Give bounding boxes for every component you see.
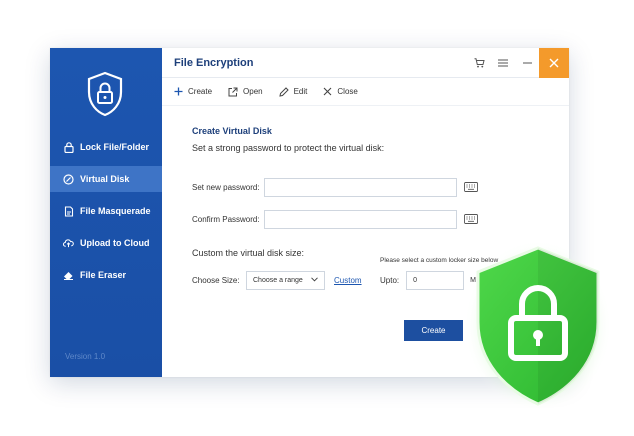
create-button[interactable]: Create (174, 87, 212, 96)
size-heading: Custom the virtual disk size: (192, 248, 305, 258)
form-heading: Create Virtual Disk (192, 126, 272, 136)
minimize-icon[interactable] (515, 48, 539, 78)
sidebar-item-label: File Masquerade (80, 206, 151, 216)
sidebar: Lock File/Folder Virtual Disk File Masqu… (50, 48, 162, 377)
plus-icon (174, 87, 183, 96)
green-shield-lock-icon (464, 240, 612, 412)
create-disk-button[interactable]: Create (404, 320, 463, 341)
sidebar-item-label: Virtual Disk (80, 174, 130, 184)
new-password-label: Set new password: (192, 183, 260, 192)
cloud-upload-icon (63, 238, 74, 249)
sidebar-item-upload-to-cloud[interactable]: Upload to Cloud (50, 230, 162, 256)
sidebar-item-file-eraser[interactable]: File Eraser (50, 262, 162, 288)
window-title: File Encryption (174, 56, 254, 69)
menu-icon[interactable] (491, 48, 515, 78)
size-range-select[interactable]: Choose a range (246, 271, 325, 290)
upto-value: 0 (413, 277, 418, 284)
create-label: Create (188, 87, 213, 96)
upto-row: Upto: 0 M (380, 271, 476, 290)
choose-size-row: Choose Size: Choose a range Custom (192, 271, 362, 290)
form-subheading: Set a strong password to protect the vir… (192, 143, 385, 153)
sidebar-item-virtual-disk[interactable]: Virtual Disk (50, 166, 162, 192)
custom-size-link[interactable]: Custom (334, 276, 362, 285)
close-window-button[interactable] (539, 47, 569, 78)
keyboard-icon[interactable] (464, 179, 478, 197)
confirm-password-label: Confirm Password: (192, 215, 260, 224)
edit-label: Edit (293, 87, 308, 96)
confirm-password-field[interactable] (264, 210, 457, 229)
open-external-icon (228, 87, 238, 97)
edit-button[interactable]: Edit (278, 86, 308, 97)
sidebar-item-file-masquerade[interactable]: File Masquerade (50, 198, 162, 224)
upto-label: Upto: (380, 276, 400, 285)
disk-icon (63, 173, 74, 185)
size-range-value: Choose a range (253, 277, 303, 284)
open-label: Open (243, 87, 263, 96)
confirm-password-row: Confirm Password: (192, 210, 478, 229)
sidebar-item-lock-file-folder[interactable]: Lock File/Folder (50, 134, 162, 160)
close-icon (323, 87, 332, 96)
sidebar-item-label: File Eraser (80, 270, 127, 280)
title-bar: File Encryption (162, 47, 569, 78)
chevron-down-icon (311, 277, 318, 284)
masquerade-icon (63, 205, 74, 217)
edit-icon (278, 86, 289, 97)
close-label: Close (337, 87, 358, 96)
lock-icon (63, 141, 74, 153)
upto-size-input[interactable]: 0 (406, 271, 465, 290)
toolbar: Create Open Edit Close (162, 78, 569, 106)
new-password-row: Set new password: (192, 178, 478, 197)
keyboard-icon[interactable] (464, 211, 478, 229)
create-virtual-disk-form: Create Virtual Disk Set a strong passwor… (192, 126, 562, 341)
eraser-icon (63, 270, 74, 281)
open-button[interactable]: Open (228, 87, 263, 97)
cart-icon[interactable] (467, 48, 491, 78)
close-icon (549, 58, 559, 67)
version-label: Version 1.0 (65, 352, 106, 361)
choose-size-label: Choose Size: (192, 276, 240, 285)
app-logo-shield-icon (85, 70, 125, 118)
sidebar-item-label: Upload to Cloud (80, 238, 150, 248)
sidebar-nav: Lock File/Folder Virtual Disk File Masqu… (50, 134, 162, 294)
sidebar-item-label: Lock File/Folder (80, 142, 150, 152)
new-password-field[interactable] (264, 178, 457, 197)
close-button[interactable]: Close (323, 87, 358, 96)
